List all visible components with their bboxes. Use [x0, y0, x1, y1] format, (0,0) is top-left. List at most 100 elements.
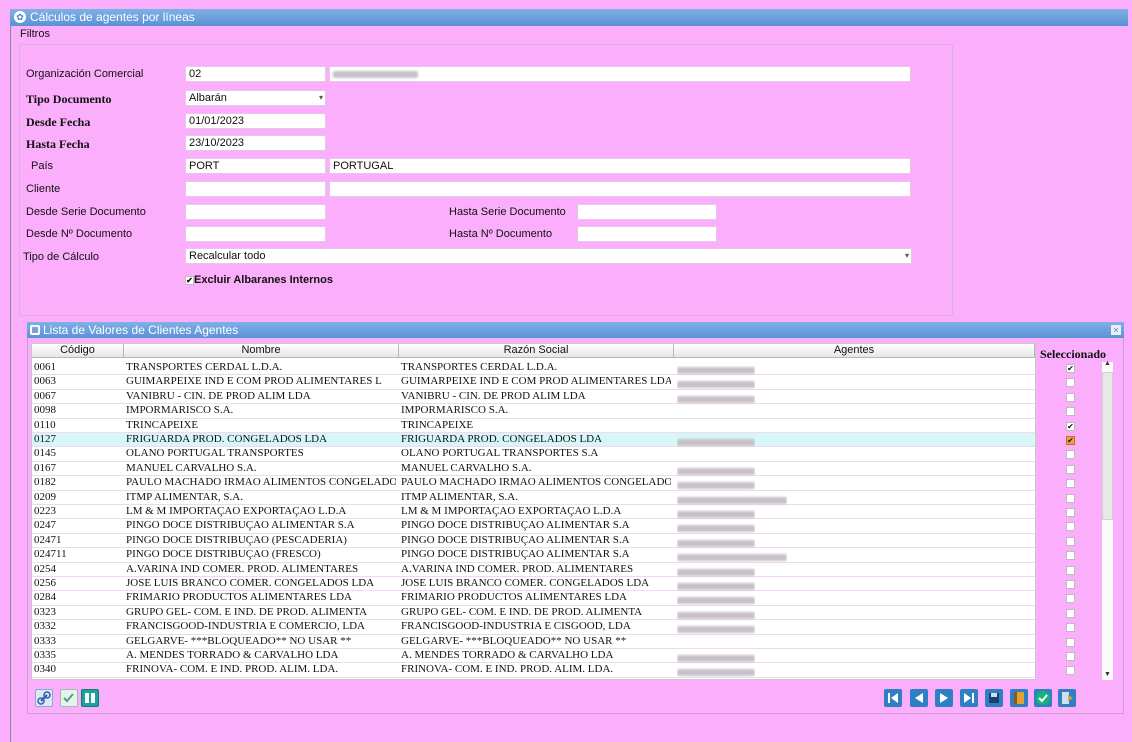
cell-nombre: VANIBRU - CIN. DE PROD ALIM LDA — [126, 389, 311, 402]
pais-code-input[interactable]: PORT — [185, 158, 326, 174]
hasta-fecha-input[interactable]: 23/10/2023 — [185, 135, 326, 151]
seleccionado-checkbox[interactable] — [1066, 508, 1075, 517]
seleccionado-checkbox[interactable] — [1066, 594, 1075, 604]
list-title: Lista de Valores de Clientes Agentes — [43, 323, 239, 337]
seleccionado-checkbox[interactable] — [1066, 479, 1075, 489]
hasta-num-input[interactable] — [577, 226, 717, 242]
col-header-agentes[interactable]: Agentes — [674, 344, 1035, 358]
seleccionado-checkbox[interactable] — [1066, 522, 1075, 532]
seleccionado-checkbox[interactable] — [1066, 580, 1075, 589]
tipo-doc-select[interactable]: Albarán ▾ — [185, 90, 326, 106]
cell-razon: FRIMARIO PRODUCTOS ALIMENTARES LDA — [401, 591, 627, 604]
table-row[interactable]: 0335 A. MENDES TORRADO & CARVALHO LDA A. M… — [32, 649, 1035, 664]
col-header-codigo[interactable]: Código — [32, 344, 124, 358]
cell-codigo: 0223 — [34, 505, 56, 517]
close-icon[interactable]: × — [1111, 325, 1121, 335]
next-record-icon[interactable] — [935, 689, 953, 707]
seleccionado-checkbox[interactable] — [1066, 608, 1075, 618]
link-icon[interactable] — [35, 689, 53, 707]
tipo-calculo-select[interactable]: Recalcular todo ▾ — [185, 248, 912, 264]
menu-filtros[interactable]: Filtros — [20, 28, 50, 40]
first-record-icon[interactable] — [884, 689, 902, 707]
cell-codigo: 0254 — [34, 562, 56, 575]
tipo-doc-value: Albarán — [189, 92, 227, 104]
table-row[interactable]: 0110 TRINCAPEIXE TRINCAPEIXE — [32, 419, 1035, 433]
seleccionado-checkbox[interactable]: ✔ — [1066, 421, 1075, 431]
seleccionado-checkbox[interactable] — [1066, 652, 1075, 661]
seleccionado-checkbox[interactable] — [1066, 565, 1075, 575]
cell-codigo: 0127 — [34, 433, 56, 445]
table-row[interactable]: 0247 PINGO DOCE DISTRIBUÇAO ALIMENTAR S.A… — [32, 519, 1035, 534]
table-row[interactable]: 0209 ITMP ALIMENTAR, S.A. ITMP ALIMENTAR, … — [32, 491, 1035, 505]
cell-codigo: 0333 — [34, 634, 56, 647]
desde-serie-label: Desde Serie Documento — [26, 206, 146, 218]
table-row[interactable]: 0256 JOSE LUIS BRANCO COMER. CONGELADOS L… — [32, 577, 1035, 592]
cliente-code-input[interactable] — [185, 181, 326, 197]
seleccionado-checkbox[interactable] — [1066, 623, 1075, 633]
scrollbar-thumb[interactable] — [1102, 372, 1113, 520]
book-icon[interactable] — [1010, 689, 1028, 707]
col-header-nombre[interactable]: Nombre — [124, 344, 399, 358]
seleccionado-checkbox[interactable] — [1066, 464, 1075, 474]
desde-num-input[interactable] — [185, 226, 326, 242]
exit-icon[interactable] — [1058, 689, 1076, 707]
app-icon: ✿ — [14, 11, 26, 23]
table-row[interactable]: 0067 VANIBRU - CIN. DE PROD ALIM LDA VANIB… — [32, 389, 1035, 405]
table-row[interactable]: 024711 PINGO DOCE DISTRIBUÇAO (FRESCO) PIN… — [32, 548, 1035, 563]
table-row[interactable]: 0223 LM & M IMPORTAÇAO EXPORTAÇAO L.D.A LM… — [32, 505, 1035, 520]
table-row[interactable]: 0333 GELGARVE- ***BLOQUEADO** NO USAR ** G… — [32, 635, 1035, 649]
table-row[interactable]: 0061 TRANSPORTES CERDAL L.D.A. TRANSPORTES… — [32, 361, 1035, 376]
table-row[interactable]: 0098 IMPORMARISCO S.A. IMPORMARISCO S.A. — [32, 404, 1035, 419]
org-code-field[interactable]: 02 — [185, 66, 326, 82]
scroll-up-icon[interactable]: ▲ — [1104, 360, 1111, 367]
cell-codigo: 0098 — [34, 404, 56, 417]
table-row[interactable]: 0254 A.VARINA IND COMER. PROD. ALIMENTARE… — [32, 563, 1035, 577]
table-row[interactable]: 0063 GUIMARPEIXE IND E COM PROD ALIMENTAR… — [32, 375, 1035, 390]
seleccionado-checkbox[interactable] — [1066, 637, 1075, 647]
redacted-text — [677, 482, 755, 490]
seleccionado-checkbox[interactable] — [1066, 536, 1075, 546]
grid-view-icon[interactable] — [81, 689, 99, 707]
previous-record-icon[interactable] — [910, 689, 928, 707]
excluir-checkbox-row[interactable]: ✔Excluir Albaranes Internos — [185, 274, 333, 286]
cell-razon: ITMP ALIMENTAR, S.A. — [401, 490, 518, 503]
hasta-serie-label: Hasta Serie Documento — [449, 206, 566, 218]
cell-razon: PINGO DOCE DISTRIBUÇAO ALIMENTAR S.A — [401, 533, 630, 546]
table-row[interactable]: 0127 FRIGUARDA PROD. CONGELADOS LDA FRIGUA… — [32, 433, 1035, 448]
seleccionado-checkbox[interactable] — [1066, 551, 1075, 561]
seleccionado-checkbox[interactable] — [1066, 392, 1075, 402]
cell-nombre: FRIMARIO PRODUCTOS ALIMENTARES LDA — [126, 591, 352, 604]
seleccionado-checkbox[interactable]: ✔ — [1066, 436, 1075, 445]
seleccionado-checkbox[interactable]: ✔ — [1066, 364, 1075, 373]
table-row[interactable]: 02471 PINGO DOCE DISTRIBUÇAO (PESCADERIA)… — [32, 533, 1035, 549]
table-row[interactable]: 0332 FRANCISGOOD-INDUSTRIA E COMERCIO, LD… — [32, 620, 1035, 635]
client-agent-grid[interactable]: Código Nombre Razón Social Agentes 0061 T… — [31, 343, 1036, 680]
seleccionado-checkbox[interactable] — [1066, 450, 1075, 460]
table-row[interactable]: 0182 PAULO MACHADO IRMAO ALIMENTOS CONGEL… — [32, 476, 1035, 491]
col-header-razon[interactable]: Razón Social — [399, 344, 674, 358]
seleccionado-checkbox[interactable] — [1066, 378, 1075, 388]
seleccionado-checkbox[interactable] — [1066, 666, 1075, 676]
seleccionado-checkbox[interactable] — [1066, 493, 1075, 503]
table-row[interactable]: 0145 OLANO PORTUGAL TRANSPORTES OLANO PORT… — [32, 447, 1035, 462]
table-row[interactable]: 0284 FRIMARIO PRODUCTOS ALIMENTARES LDA FR… — [32, 591, 1035, 606]
accept-icon[interactable] — [1034, 689, 1052, 707]
hasta-serie-input[interactable] — [577, 204, 717, 220]
redacted-text — [677, 597, 755, 605]
desde-serie-input[interactable] — [185, 204, 326, 220]
table-row[interactable]: 0167 MANUEL CARVALHO S.A. MANUEL CARVALHO … — [32, 461, 1035, 477]
seleccionado-checkbox[interactable] — [1066, 407, 1075, 417]
tipo-calculo-value: Recalcular todo — [189, 250, 266, 262]
cell-nombre: FRIGUARDA PROD. CONGELADOS LDA — [126, 433, 328, 445]
excluir-checkbox[interactable]: ✔ — [185, 275, 194, 285]
last-record-icon[interactable] — [960, 689, 978, 707]
table-row[interactable]: 0323 GRUPO GEL- COM. E IND. DE PROD. ALIM… — [32, 606, 1035, 621]
org-name-field[interactable] — [329, 66, 911, 82]
cell-nombre: TRINCAPEIXE — [126, 418, 199, 431]
scroll-down-icon[interactable]: ▼ — [1104, 671, 1111, 678]
check-list-icon[interactable] — [60, 689, 78, 707]
table-row[interactable]: 0340 FRINOVA- COM. E IND. PROD. ALIM. LDA… — [32, 663, 1035, 678]
save-icon[interactable] — [985, 689, 1003, 707]
desde-fecha-input[interactable]: 01/01/2023 — [185, 113, 326, 129]
cell-razon: MANUEL CARVALHO S.A. — [401, 461, 532, 474]
